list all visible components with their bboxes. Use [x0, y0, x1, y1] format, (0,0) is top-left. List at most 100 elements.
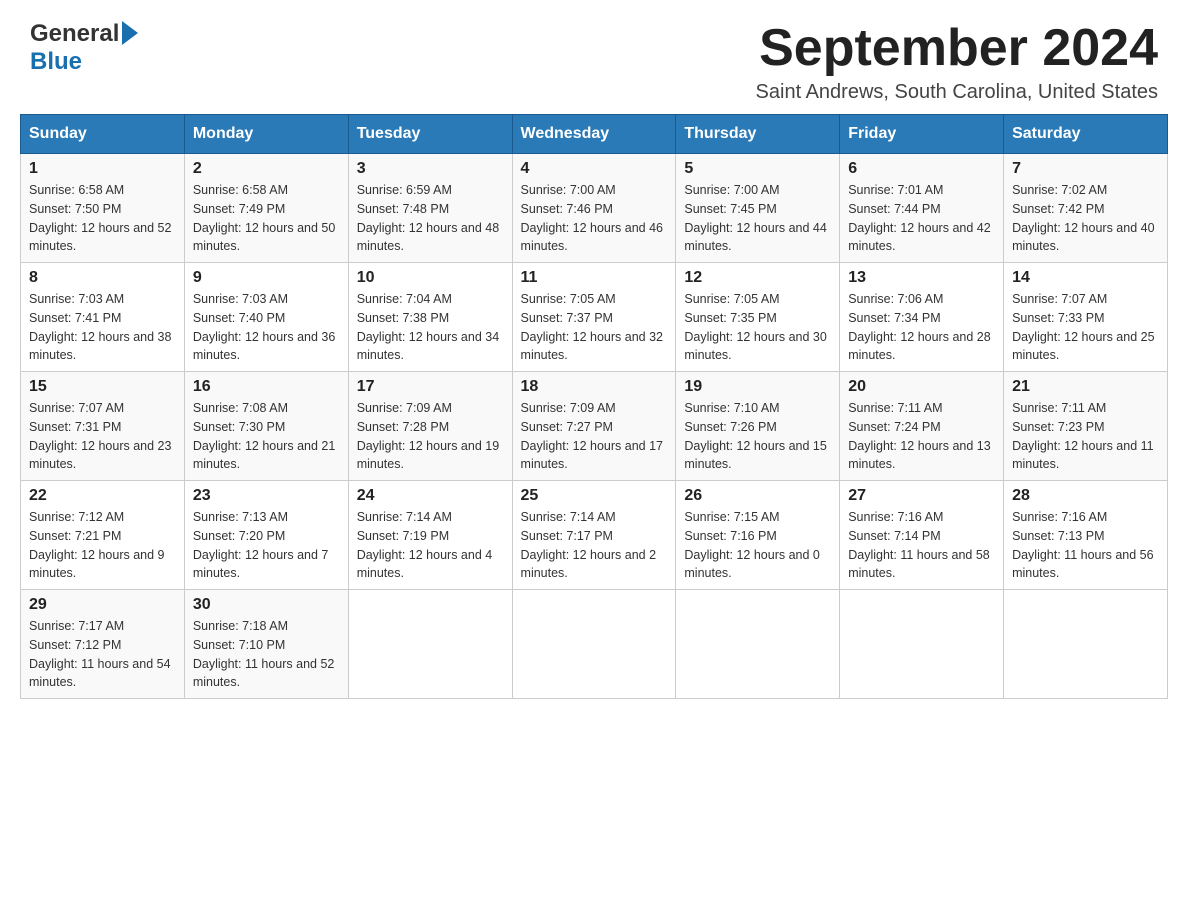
day-cell: 29Sunrise: 7:17 AMSunset: 7:12 PMDayligh…: [21, 590, 185, 699]
logo-blue-word: Blue: [30, 48, 82, 76]
day-number: 3: [357, 160, 504, 178]
day-info: Sunrise: 7:02 AMSunset: 7:42 PMDaylight:…: [1012, 181, 1159, 256]
day-cell: 1 Sunrise: 6:58 AMSunset: 7:50 PMDaylight…: [21, 154, 185, 263]
day-header-sunday: Sunday: [21, 115, 185, 154]
day-cell: 2Sunrise: 6:58 AMSunset: 7:49 PMDaylight…: [184, 154, 348, 263]
day-cell: 7 Sunrise: 7:02 AMSunset: 7:42 PMDaylight…: [1004, 154, 1168, 263]
title-area: September 2024 Saint Andrews, South Caro…: [756, 20, 1158, 104]
day-cell: 4Sunrise: 7:00 AMSunset: 7:46 PMDaylight…: [512, 154, 676, 263]
day-info: Sunrise: 7:15 AMSunset: 7:16 PMDaylight:…: [684, 508, 831, 583]
day-info: Sunrise: 7:01 AMSunset: 7:44 PMDaylight:…: [848, 181, 995, 256]
day-info: Sunrise: 7:09 AMSunset: 7:28 PMDaylight:…: [357, 399, 504, 474]
logo-arrow-icon: [122, 21, 138, 45]
day-info: Sunrise: 7:00 AMSunset: 7:46 PMDaylight:…: [521, 181, 668, 256]
week-row: 22 Sunrise: 7:12 AMSunset: 7:21 PMDayligh…: [21, 481, 1168, 590]
day-cell: 21 Sunrise: 7:11 AMSunset: 7:23 PMDayligh…: [1004, 372, 1168, 481]
day-cell: [840, 590, 1004, 699]
day-number: 16: [193, 378, 340, 396]
day-cell: [1004, 590, 1168, 699]
day-info: Sunrise: 6:58 AMSunset: 7:50 PMDaylight:…: [29, 181, 176, 256]
day-cell: 6 Sunrise: 7:01 AMSunset: 7:44 PMDaylight…: [840, 154, 1004, 263]
day-cell: 27Sunrise: 7:16 AMSunset: 7:14 PMDayligh…: [840, 481, 1004, 590]
day-header-tuesday: Tuesday: [348, 115, 512, 154]
day-number: 25: [521, 487, 668, 505]
day-cell: 28 Sunrise: 7:16 AMSunset: 7:13 PMDayligh…: [1004, 481, 1168, 590]
day-cell: 23 Sunrise: 7:13 AMSunset: 7:20 PMDayligh…: [184, 481, 348, 590]
day-cell: 22 Sunrise: 7:12 AMSunset: 7:21 PMDayligh…: [21, 481, 185, 590]
logo: General Blue: [30, 20, 138, 76]
day-info: Sunrise: 7:08 AMSunset: 7:30 PMDaylight:…: [193, 399, 340, 474]
day-header-wednesday: Wednesday: [512, 115, 676, 154]
day-info: Sunrise: 7:11 AMSunset: 7:24 PMDaylight:…: [848, 399, 995, 474]
day-number: 17: [357, 378, 504, 396]
day-cell: 17 Sunrise: 7:09 AMSunset: 7:28 PMDayligh…: [348, 372, 512, 481]
day-cell: 19Sunrise: 7:10 AMSunset: 7:26 PMDayligh…: [676, 372, 840, 481]
day-cell: 16 Sunrise: 7:08 AMSunset: 7:30 PMDayligh…: [184, 372, 348, 481]
day-cell: 30 Sunrise: 7:18 AMSunset: 7:10 PMDayligh…: [184, 590, 348, 699]
day-info: Sunrise: 7:16 AMSunset: 7:13 PMDaylight:…: [1012, 508, 1159, 583]
page-header: General Blue September 2024 Saint Andrew…: [0, 0, 1188, 114]
day-number: 7: [1012, 160, 1159, 178]
day-info: Sunrise: 7:06 AMSunset: 7:34 PMDaylight:…: [848, 290, 995, 365]
day-number: 1: [29, 160, 176, 178]
day-cell: 15 Sunrise: 7:07 AMSunset: 7:31 PMDayligh…: [21, 372, 185, 481]
day-number: 27: [848, 487, 995, 505]
day-number: 10: [357, 269, 504, 287]
day-header-monday: Monday: [184, 115, 348, 154]
day-info: Sunrise: 7:03 AMSunset: 7:41 PMDaylight:…: [29, 290, 176, 365]
day-number: 30: [193, 596, 340, 614]
day-cell: [676, 590, 840, 699]
logo-general-text: General: [30, 20, 138, 48]
day-number: 21: [1012, 378, 1159, 396]
day-cell: 26 Sunrise: 7:15 AMSunset: 7:16 PMDayligh…: [676, 481, 840, 590]
day-cell: 5 Sunrise: 7:00 AMSunset: 7:45 PMDaylight…: [676, 154, 840, 263]
day-number: 9: [193, 269, 340, 287]
day-info: Sunrise: 6:59 AMSunset: 7:48 PMDaylight:…: [357, 181, 504, 256]
day-info: Sunrise: 7:09 AMSunset: 7:27 PMDaylight:…: [521, 399, 668, 474]
day-number: 22: [29, 487, 176, 505]
logo-icon: General Blue: [30, 20, 138, 76]
day-info: Sunrise: 7:05 AMSunset: 7:37 PMDaylight:…: [521, 290, 668, 365]
day-number: 18: [521, 378, 668, 396]
day-cell: 13 Sunrise: 7:06 AMSunset: 7:34 PMDayligh…: [840, 263, 1004, 372]
week-row: 29Sunrise: 7:17 AMSunset: 7:12 PMDayligh…: [21, 590, 1168, 699]
day-number: 8: [29, 269, 176, 287]
day-info: Sunrise: 7:03 AMSunset: 7:40 PMDaylight:…: [193, 290, 340, 365]
day-number: 2: [193, 160, 340, 178]
day-header-thursday: Thursday: [676, 115, 840, 154]
calendar-header: SundayMondayTuesdayWednesdayThursdayFrid…: [21, 115, 1168, 154]
calendar-wrapper: SundayMondayTuesdayWednesdayThursdayFrid…: [0, 114, 1188, 719]
day-number: 24: [357, 487, 504, 505]
day-info: Sunrise: 7:14 AMSunset: 7:19 PMDaylight:…: [357, 508, 504, 583]
day-info: Sunrise: 7:10 AMSunset: 7:26 PMDaylight:…: [684, 399, 831, 474]
day-cell: 12Sunrise: 7:05 AMSunset: 7:35 PMDayligh…: [676, 263, 840, 372]
day-number: 5: [684, 160, 831, 178]
day-number: 28: [1012, 487, 1159, 505]
location-subtitle: Saint Andrews, South Carolina, United St…: [756, 81, 1158, 104]
day-number: 23: [193, 487, 340, 505]
day-header-saturday: Saturday: [1004, 115, 1168, 154]
day-number: 6: [848, 160, 995, 178]
day-info: Sunrise: 7:18 AMSunset: 7:10 PMDaylight:…: [193, 617, 340, 692]
week-row: 8 Sunrise: 7:03 AMSunset: 7:41 PMDaylight…: [21, 263, 1168, 372]
day-number: 20: [848, 378, 995, 396]
day-cell: 20 Sunrise: 7:11 AMSunset: 7:24 PMDayligh…: [840, 372, 1004, 481]
week-row: 1 Sunrise: 6:58 AMSunset: 7:50 PMDaylight…: [21, 154, 1168, 263]
day-cell: 9 Sunrise: 7:03 AMSunset: 7:40 PMDaylight…: [184, 263, 348, 372]
day-info: Sunrise: 7:07 AMSunset: 7:31 PMDaylight:…: [29, 399, 176, 474]
day-number: 13: [848, 269, 995, 287]
day-info: Sunrise: 7:00 AMSunset: 7:45 PMDaylight:…: [684, 181, 831, 256]
logo-general-word: General: [30, 20, 119, 48]
day-info: Sunrise: 7:05 AMSunset: 7:35 PMDaylight:…: [684, 290, 831, 365]
day-info: Sunrise: 7:14 AMSunset: 7:17 PMDaylight:…: [521, 508, 668, 583]
day-number: 15: [29, 378, 176, 396]
day-info: Sunrise: 7:17 AMSunset: 7:12 PMDaylight:…: [29, 617, 176, 692]
day-info: Sunrise: 7:12 AMSunset: 7:21 PMDaylight:…: [29, 508, 176, 583]
day-number: 14: [1012, 269, 1159, 287]
day-cell: 3 Sunrise: 6:59 AMSunset: 7:48 PMDaylight…: [348, 154, 512, 263]
day-info: Sunrise: 7:13 AMSunset: 7:20 PMDaylight:…: [193, 508, 340, 583]
day-cell: 10Sunrise: 7:04 AMSunset: 7:38 PMDayligh…: [348, 263, 512, 372]
calendar-table: SundayMondayTuesdayWednesdayThursdayFrid…: [20, 114, 1168, 699]
day-number: 26: [684, 487, 831, 505]
day-info: Sunrise: 7:11 AMSunset: 7:23 PMDaylight:…: [1012, 399, 1159, 474]
